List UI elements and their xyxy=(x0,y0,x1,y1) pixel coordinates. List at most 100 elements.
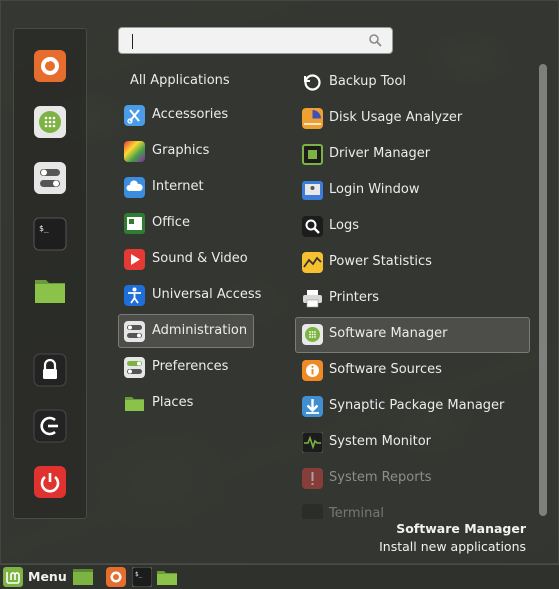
app-label: Logs xyxy=(329,218,359,233)
svg-text:$_: $_ xyxy=(135,571,143,578)
app-disk-usage-analyzer[interactable]: Disk Usage Analyzer xyxy=(295,101,530,137)
app-label: Printers xyxy=(329,290,380,305)
category-label: Accessories xyxy=(152,107,229,122)
category-accessories[interactable]: Accessories xyxy=(118,98,254,132)
graphics-icon xyxy=(124,141,145,162)
terminal-icon[interactable]: $_ xyxy=(132,567,152,587)
scrollbar-thumb[interactable] xyxy=(539,64,547,516)
category-all-applications[interactable]: All Applications xyxy=(118,64,254,98)
power-statistics-icon xyxy=(302,252,323,273)
app-label: System Monitor xyxy=(329,434,432,449)
files-icon[interactable] xyxy=(157,567,177,587)
app-driver-manager[interactable]: Driver Manager xyxy=(295,137,530,173)
app-label: Synaptic Package Manager xyxy=(329,398,505,413)
app-label: Driver Manager xyxy=(329,146,431,161)
menu-button-label: Menu xyxy=(28,569,67,584)
favorites-sidebar: $_ xyxy=(13,28,87,519)
app-label: Software Manager xyxy=(329,326,448,341)
desktop-icon[interactable] xyxy=(73,567,93,587)
app-terminal[interactable]: Terminal xyxy=(295,497,530,519)
linux-mint-logo-icon xyxy=(3,567,23,587)
application-menu: $_ All Applications Accessories Graphics… xyxy=(0,0,559,564)
category-label: Office xyxy=(152,215,190,230)
internet-icon xyxy=(124,177,145,198)
login-window-icon xyxy=(302,181,323,200)
lock-screen-button[interactable] xyxy=(33,353,67,387)
logout-button[interactable] xyxy=(33,409,67,443)
app-label: Backup Tool xyxy=(329,74,407,89)
category-label: Universal Access xyxy=(152,287,262,302)
synaptic-icon xyxy=(302,396,323,417)
app-printers[interactable]: Printers xyxy=(295,281,530,317)
app-power-statistics[interactable]: Power Statistics xyxy=(295,245,530,281)
settings-toggle-icon xyxy=(34,162,66,194)
software-manager-icon xyxy=(302,324,323,345)
text-caret xyxy=(132,34,133,49)
category-label: Sound & Video xyxy=(152,251,248,266)
app-system-monitor[interactable]: System Monitor xyxy=(295,425,530,461)
category-universal-access[interactable]: Universal Access xyxy=(118,278,261,312)
svg-text:$_: $_ xyxy=(39,224,49,233)
software-manager-icon xyxy=(34,106,66,138)
app-synaptic-package-manager[interactable]: Synaptic Package Manager xyxy=(295,389,530,425)
logs-icon xyxy=(302,216,323,237)
firefox-icon[interactable] xyxy=(106,567,126,587)
category-label: Administration xyxy=(152,323,248,338)
app-label: System Reports xyxy=(329,470,432,485)
office-icon xyxy=(124,213,145,234)
selected-app-description: Install new applications xyxy=(379,539,526,554)
shutdown-button[interactable] xyxy=(33,465,67,499)
category-graphics[interactable]: Graphics xyxy=(118,134,254,168)
menu-button[interactable]: Menu xyxy=(2,566,68,588)
search-icon xyxy=(369,34,382,47)
favorite-settings[interactable] xyxy=(33,161,67,195)
favorite-home-folder[interactable] xyxy=(33,273,67,307)
app-label: Power Statistics xyxy=(329,254,432,269)
category-sound-video[interactable]: Sound & Video xyxy=(118,242,254,276)
preferences-icon xyxy=(124,357,145,378)
category-label: Internet xyxy=(152,179,204,194)
apps-scrollbar[interactable] xyxy=(539,64,547,516)
firefox-icon xyxy=(34,50,66,82)
taskbar: Menu $_ xyxy=(0,564,559,589)
administration-icon xyxy=(124,321,145,342)
app-logs[interactable]: Logs xyxy=(295,209,530,245)
category-office[interactable]: Office xyxy=(118,206,254,240)
folder-icon xyxy=(35,280,65,303)
backup-tool-icon xyxy=(304,74,321,91)
app-label: Login Window xyxy=(329,182,420,197)
favorite-terminal[interactable]: $_ xyxy=(33,217,67,251)
category-administration[interactable]: Administration xyxy=(118,314,254,348)
category-label: Preferences xyxy=(152,359,229,374)
app-software-manager[interactable]: Software Manager xyxy=(295,317,530,353)
places-icon xyxy=(125,397,144,411)
app-login-window[interactable]: Login Window xyxy=(295,173,530,209)
terminal-icon: $_ xyxy=(33,217,67,251)
terminal-icon xyxy=(302,504,323,519)
system-reports-icon xyxy=(302,468,323,489)
sound-video-icon xyxy=(124,249,145,270)
app-software-sources[interactable]: Software Sources xyxy=(295,353,530,389)
app-label: Software Sources xyxy=(329,362,442,377)
universal-access-icon xyxy=(124,285,145,306)
category-label: All Applications xyxy=(130,73,230,88)
search-input[interactable] xyxy=(118,27,393,54)
accessories-icon xyxy=(124,105,145,126)
category-internet[interactable]: Internet xyxy=(118,170,254,204)
app-backup-tool[interactable]: Backup Tool xyxy=(295,65,530,101)
category-label: Places xyxy=(152,395,194,410)
selected-app-name: Software Manager xyxy=(396,521,526,536)
app-label: Terminal xyxy=(329,506,384,519)
favorite-firefox[interactable] xyxy=(33,49,67,83)
category-places[interactable]: Places xyxy=(118,386,254,420)
category-preferences[interactable]: Preferences xyxy=(118,350,254,384)
app-label: Disk Usage Analyzer xyxy=(329,110,463,125)
driver-manager-icon xyxy=(302,144,323,165)
system-monitor-icon xyxy=(302,432,323,453)
logout-icon xyxy=(33,409,67,443)
favorite-software-manager[interactable] xyxy=(33,105,67,139)
lock-icon xyxy=(33,353,67,387)
printers-icon xyxy=(303,290,322,308)
disk-usage-icon xyxy=(302,108,323,129)
app-system-reports[interactable]: System Reports xyxy=(295,461,530,497)
